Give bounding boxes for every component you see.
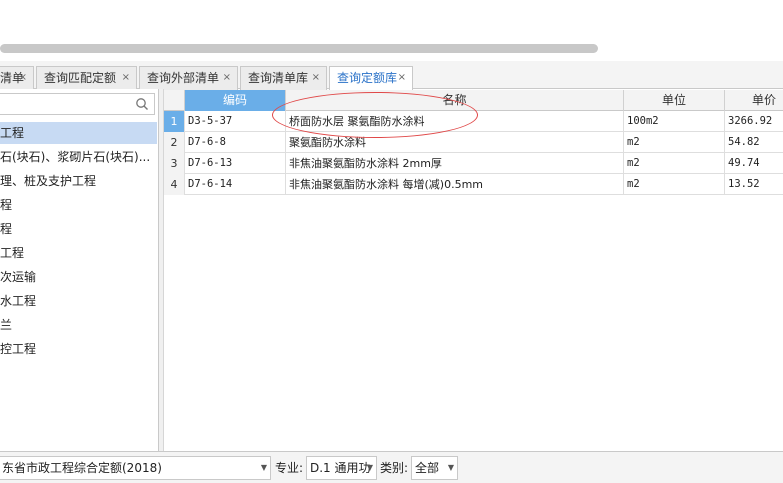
column-header-price[interactable]: 单价 — [725, 90, 783, 111]
tree-item[interactable]: 工程 — [0, 122, 157, 144]
search-input[interactable] — [3, 96, 131, 112]
major-select[interactable]: D.1 通用功 ▼ — [306, 456, 377, 480]
category-select[interactable]: 全部 ▼ — [411, 456, 458, 480]
tab-list-library[interactable]: 查询清单库 × — [240, 66, 327, 90]
cell-name[interactable]: 桥面防水层 聚氨酯防水涂料 — [286, 111, 624, 132]
chevron-down-icon: ▼ — [260, 463, 267, 472]
close-icon[interactable]: × — [398, 67, 406, 89]
tree-item[interactable]: 次运输 — [0, 266, 157, 288]
table-row[interactable]: 3 D7-6-13 非焦油聚氨酯防水涂料 2mm厚 m2 49.74 — [164, 153, 783, 174]
cell-unit[interactable]: m2 — [624, 174, 725, 195]
row-number: 4 — [164, 174, 185, 195]
column-header-unit[interactable]: 单位 — [624, 90, 725, 111]
tree-item[interactable]: 工程 — [0, 242, 157, 264]
cell-code[interactable]: D7-6-14 — [185, 174, 286, 195]
table-row[interactable]: 1 D3-5-37 桥面防水层 聚氨酯防水涂料 100m2 3266.92 — [164, 111, 783, 132]
chevron-down-icon: ▼ — [447, 463, 454, 472]
cell-unit[interactable]: m2 — [624, 132, 725, 153]
tab-external-list[interactable]: 查询外部清单 × — [139, 66, 238, 90]
tree-item[interactable]: 程 — [0, 194, 157, 216]
cell-price[interactable]: 54.82 — [725, 132, 783, 153]
row-number: 1 — [164, 111, 185, 132]
tab-label: 查询定额库 — [337, 71, 398, 85]
tab-label: 查询清单库 — [248, 71, 309, 85]
close-icon[interactable]: × — [312, 67, 320, 89]
row-number: 3 — [164, 153, 185, 174]
tab-label: 查询匹配定额 — [44, 71, 117, 85]
cell-unit[interactable]: m2 — [624, 153, 725, 174]
category-value: 全部 — [415, 461, 440, 475]
column-header-name[interactable]: 名称 — [286, 90, 624, 111]
table-header: 编码 名称 单位 单价 — [164, 90, 783, 111]
chapter-tree-panel: 工程 石(块石)、浆砌片石(块石)... 理、桩及支护工程 程 程 工程 次运输… — [0, 89, 159, 451]
tree-item[interactable]: 程 — [0, 218, 157, 240]
quota-library-value: 东省市政工程综合定额(2018) — [2, 461, 162, 475]
tab-label: 查询外部清单 — [147, 71, 220, 85]
search-box[interactable] — [0, 93, 155, 115]
major-value: D.1 通用功 — [310, 461, 371, 475]
tree-item[interactable]: 理、桩及支护工程 — [0, 170, 157, 192]
tree-item[interactable]: 控工程 — [0, 338, 157, 360]
filter-bar: 东省市政工程综合定额(2018) ▼ 专业: D.1 通用功 ▼ 类别: 全部 … — [0, 451, 783, 483]
cell-code[interactable]: D7-6-13 — [185, 153, 286, 174]
tab-strip: 清单 × 查询匹配定额 × 查询外部清单 × 查询清单库 × 查询定额库 × — [0, 61, 783, 91]
search-icon[interactable] — [135, 97, 149, 111]
close-icon[interactable]: × — [223, 67, 231, 89]
cell-unit[interactable]: 100m2 — [624, 111, 725, 132]
close-icon[interactable]: × — [122, 67, 130, 89]
column-header-code[interactable]: 编码 — [185, 90, 286, 111]
row-number: 2 — [164, 132, 185, 153]
chevron-down-icon: ▼ — [366, 463, 373, 472]
tree-item[interactable]: 兰 — [0, 314, 157, 336]
major-label: 专业: — [275, 461, 304, 475]
table-row[interactable]: 4 D7-6-14 非焦油聚氨酯防水涂料 每增(减)0.5mm m2 13.52 — [164, 174, 783, 195]
cell-name[interactable]: 非焦油聚氨酯防水涂料 2mm厚 — [286, 153, 624, 174]
quota-library-select[interactable]: 东省市政工程综合定额(2018) ▼ — [0, 456, 271, 480]
table-row[interactable]: 2 D7-6-8 聚氨酯防水涂料 m2 54.82 — [164, 132, 783, 153]
cell-price[interactable]: 49.74 — [725, 153, 783, 174]
close-icon[interactable]: × — [19, 67, 27, 89]
cell-name[interactable]: 非焦油聚氨酯防水涂料 每增(减)0.5mm — [286, 174, 624, 195]
quota-table: 编码 名称 单位 单价 1 D3-5-37 桥面防水层 聚氨酯防水涂料 100m… — [164, 90, 783, 451]
tree-item[interactable]: 水工程 — [0, 290, 157, 312]
cell-price[interactable]: 13.52 — [725, 174, 783, 195]
category-label: 类别: — [380, 461, 409, 475]
cell-code[interactable]: D7-6-8 — [185, 132, 286, 153]
tab-match-quota[interactable]: 查询匹配定额 × — [36, 66, 137, 90]
horizontal-scrollbar[interactable] — [0, 44, 598, 53]
cell-code[interactable]: D3-5-37 — [185, 111, 286, 132]
column-header-rownum — [164, 90, 185, 111]
cell-price[interactable]: 3266.92 — [725, 111, 783, 132]
tab-quota-library[interactable]: 查询定额库 × — [329, 66, 413, 91]
tab-list[interactable]: 清单 × — [0, 66, 34, 90]
cell-name[interactable]: 聚氨酯防水涂料 — [286, 132, 624, 153]
tree-item[interactable]: 石(块石)、浆砌片石(块石)... — [0, 146, 157, 168]
